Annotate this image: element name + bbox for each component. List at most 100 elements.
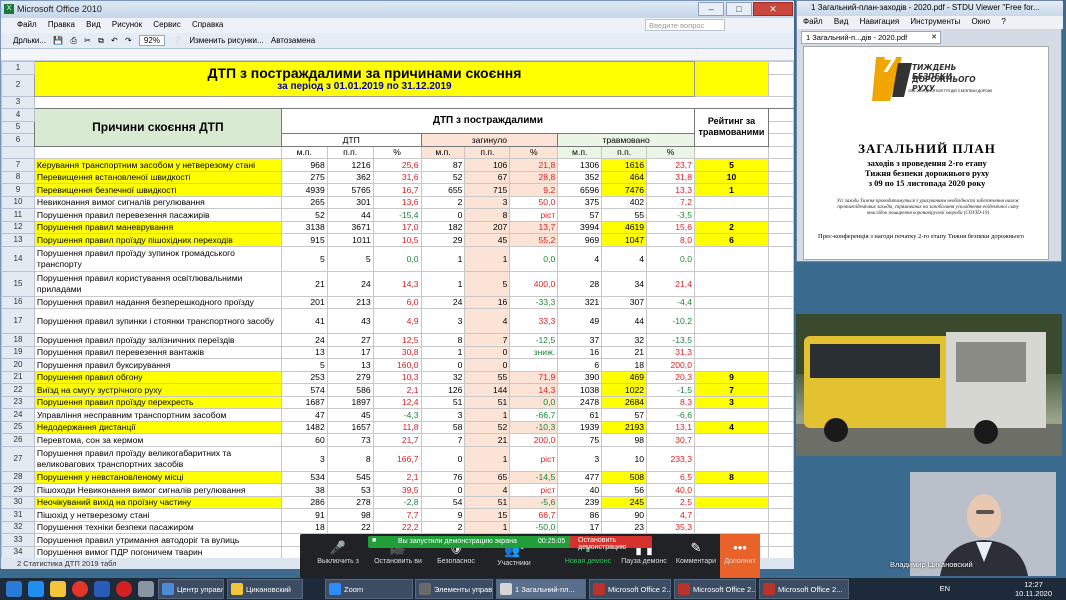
menu-file[interactable]: Файл xyxy=(17,20,37,29)
stop-share-button[interactable]: Остановить демонстрацию xyxy=(570,536,652,551)
minimize-button[interactable]: – xyxy=(698,2,724,16)
table-row: 30 Неочікуваний вихід на проїзну частину 2… xyxy=(1,495,794,509)
row-number: 15 xyxy=(1,270,35,297)
value-cell: 24 xyxy=(420,295,466,309)
print-icon[interactable]: ⎙ xyxy=(71,36,77,46)
menu-tools[interactable]: Сервис xyxy=(153,20,180,29)
copy-icon[interactable]: ⧉ xyxy=(98,36,104,46)
value-cell: 56 xyxy=(601,483,648,497)
value-cell: 8 xyxy=(420,333,466,347)
table-row: 16 Порушення правил надання безперешкодно… xyxy=(1,295,794,309)
killed-header: загинуло xyxy=(420,133,559,147)
sheet-tab[interactable]: 2 Статистика ДТП 2019 табл xyxy=(17,559,117,568)
mute-button[interactable]: 🎤 Выключить з xyxy=(308,534,368,578)
app-icon[interactable] xyxy=(138,581,154,597)
value-cell: 14,3 xyxy=(509,383,559,397)
pdf-page[interactable]: 7 ТИЖДЕНЬ БЕЗПЕКИ ДОРОЖНЬОГО РУХУ 2011-2… xyxy=(803,46,1049,260)
close-tab-icon[interactable]: ✕ xyxy=(931,33,937,41)
menu-help[interactable]: Справка xyxy=(192,20,223,29)
taskbar-app-office-2[interactable]: Microsoft Office 2... xyxy=(674,579,756,599)
value-cell: 8,3 xyxy=(646,395,695,409)
value-cell: 477 xyxy=(557,470,603,484)
taskbar-app-control-center[interactable]: Центр управлен... xyxy=(158,579,224,599)
value-cell: 0,0 xyxy=(509,395,559,409)
system-clock[interactable]: 12:27 10.11.2020 xyxy=(1015,580,1052,598)
shield-check-icon: ■ xyxy=(372,537,377,544)
menu-view[interactable]: Вид xyxy=(86,20,100,29)
pencil-icon: ✎ xyxy=(690,540,702,555)
value-cell: -3,5 xyxy=(646,208,695,222)
value-cell: 53 xyxy=(326,483,374,497)
pdf-menu-view[interactable]: Вид xyxy=(834,17,848,26)
table-row: 8 Перевищення встановленої швидкості 275 36… xyxy=(1,170,794,184)
formula-bar[interactable] xyxy=(1,49,794,61)
empty-cell xyxy=(767,270,794,297)
help-icon[interactable]: ❔ xyxy=(172,36,182,45)
autoreplace-button[interactable]: Автозамена xyxy=(271,36,315,45)
close-button[interactable]: ✕ xyxy=(753,2,793,16)
pdf-menu-file[interactable]: Файл xyxy=(803,17,823,26)
undo-icon[interactable]: ↶ xyxy=(111,36,118,45)
taskbar-app-office-3[interactable]: Microsoft Office 2... xyxy=(759,579,849,599)
rating-cell: 1 xyxy=(693,183,769,197)
menu-edit[interactable]: Правка xyxy=(48,20,75,29)
chrome-icon[interactable] xyxy=(72,581,88,597)
value-cell: 67 xyxy=(464,170,511,184)
taskbar-app-tsykanovskyi[interactable]: Цикановский xyxy=(227,579,303,599)
value-cell: 22,2 xyxy=(372,520,422,534)
value-cell xyxy=(509,358,559,372)
bus-crash-photo xyxy=(796,314,1062,456)
taskbar-app-label: Элементы управ... xyxy=(434,585,493,594)
cut-icon[interactable]: ✂ xyxy=(84,36,91,45)
value-cell: 66,7 xyxy=(509,508,559,522)
pdf-document-tab[interactable]: 1 Загальний-п...дів - 2020.pdf ✕ xyxy=(801,31,941,44)
pdf-subheading-1: заходів з проведення 2-го етапу xyxy=(867,158,987,168)
value-cell: 55 xyxy=(601,208,648,222)
value-cell: 7476 xyxy=(601,183,648,197)
rating-cell xyxy=(693,408,769,422)
excel-window-title: Microsoft Office 2010 xyxy=(17,4,102,14)
start-icon[interactable] xyxy=(6,581,22,597)
language-indicator[interactable]: EN xyxy=(940,584,950,593)
value-cell: 375 xyxy=(557,195,603,209)
value-cell: 40 xyxy=(557,483,603,497)
maximize-button[interactable]: □ xyxy=(726,2,752,16)
annotate-button[interactable]: ✎ Комментари xyxy=(672,534,720,578)
redo-icon[interactable]: ↷ xyxy=(125,36,132,45)
row-number: 5 xyxy=(1,120,35,134)
pdf-menu-help[interactable]: ? xyxy=(1001,17,1005,26)
value-cell: 41 xyxy=(280,308,328,334)
save-icon[interactable]: 💾 xyxy=(53,36,63,45)
word-icon[interactable] xyxy=(94,581,110,597)
rating-cell xyxy=(693,445,769,472)
taskbar-app-pdf[interactable]: 1 Загальний-пл... xyxy=(496,579,586,599)
opera-icon[interactable] xyxy=(116,581,132,597)
ie-icon[interactable] xyxy=(28,581,44,597)
more-button[interactable]: ••• Дополнит xyxy=(720,534,760,578)
menu-picture[interactable]: Рисунок xyxy=(112,20,142,29)
injured-header: травмовано xyxy=(557,133,695,147)
taskbar-app-zoom[interactable]: Zoom xyxy=(325,579,413,599)
drawing-button[interactable]: Дрльки... xyxy=(13,36,46,45)
value-cell: -66,7 xyxy=(509,408,559,422)
col-pp: п.п. xyxy=(464,145,511,159)
zoom-select[interactable]: 92% xyxy=(138,35,165,46)
taskbar-app-office-1[interactable]: Microsoft Office 2... xyxy=(589,579,671,599)
value-cell: 55,2 xyxy=(509,233,559,247)
row-number: 25 xyxy=(1,420,35,434)
row-number: 23 xyxy=(1,395,35,409)
change-pictures-button[interactable]: Изменить рисунки... xyxy=(189,36,263,45)
pdf-menu-tools[interactable]: Инструменты xyxy=(910,17,960,26)
folder-icon[interactable] xyxy=(50,581,66,597)
dtp-header: ДТП xyxy=(280,133,422,147)
value-cell: ріст xyxy=(509,445,559,472)
help-search-input[interactable]: Введите вопрос xyxy=(645,19,725,31)
value-cell: 7 xyxy=(464,333,511,347)
value-cell: 201 xyxy=(280,295,328,309)
value-cell: 3 xyxy=(420,408,466,422)
pdf-menu-window[interactable]: Окно xyxy=(972,17,991,26)
spreadsheet-grid[interactable]: 1 ДТП з постраждалими за причинами скоєн… xyxy=(1,61,794,558)
taskbar-app-controls[interactable]: Элементы управ... xyxy=(415,579,493,599)
pdf-menu-navigation[interactable]: Навигация xyxy=(860,17,900,26)
microphone-icon: 🎤 xyxy=(329,540,347,555)
